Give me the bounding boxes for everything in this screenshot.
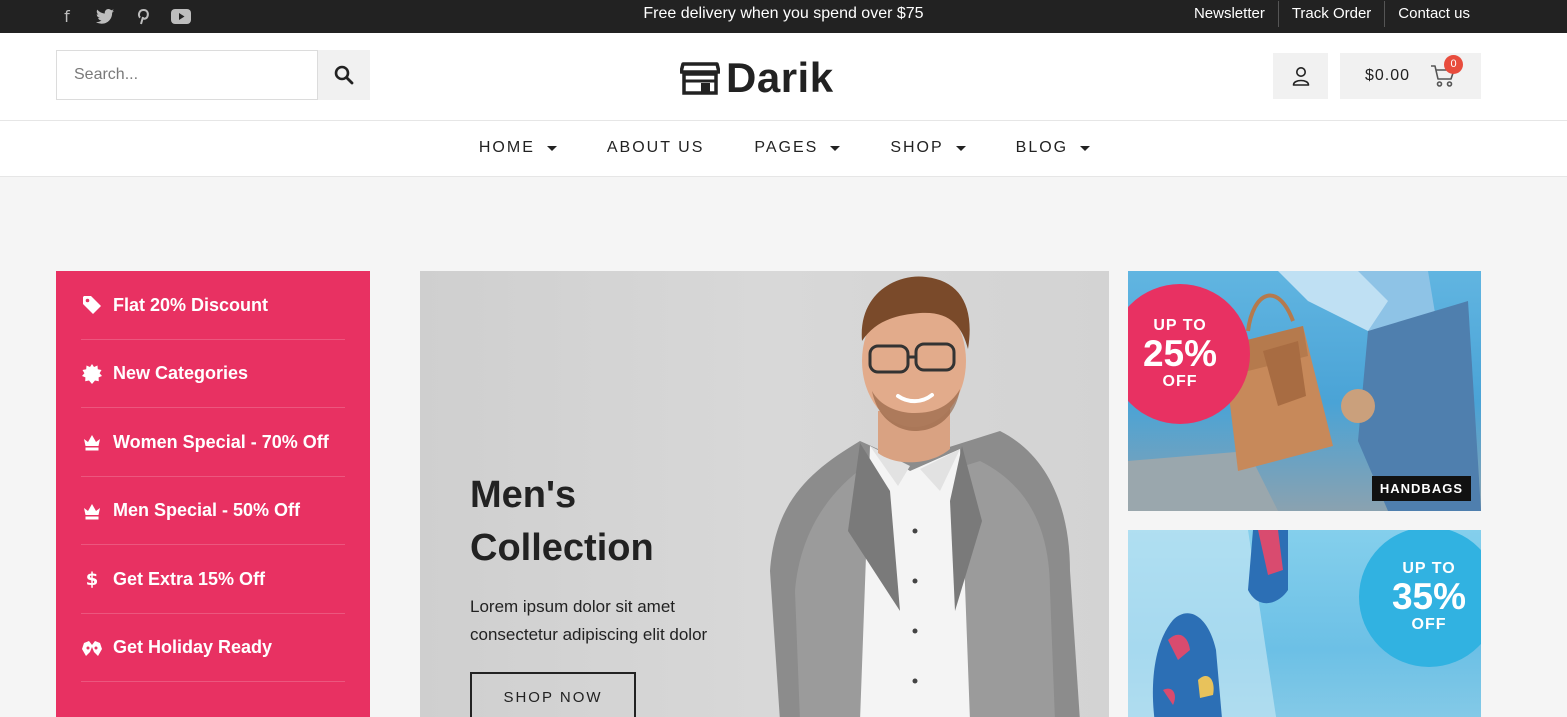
track-order-link[interactable]: Track Order [1277,0,1384,27]
facebook-icon[interactable]: f [56,6,78,28]
discount-off: OFF [1162,373,1198,390]
caret-down-icon [955,145,966,151]
crown-icon [81,500,103,522]
hero-banner: Men's Collection Lorem ipsum dolor sit a… [420,271,1109,717]
hero-description: Lorem ipsum dolor sit amet consectetur a… [470,593,750,649]
search-button[interactable] [318,50,370,100]
youtube-icon[interactable] [170,6,192,28]
hero-title-line2: Collection [470,527,654,569]
hero-desc-line1: Lorem ipsum dolor sit amet [470,597,676,616]
top-bar: f Free delivery when you spend over $75 … [0,0,1567,33]
logo-text: Darik [726,54,834,101]
pinterest-icon[interactable] [132,6,154,28]
nav-label: HOME [478,139,535,156]
newsletter-link[interactable]: Newsletter [1181,1,1278,27]
cart-button[interactable]: $0.00 0 [1340,53,1481,99]
nav-item-about-us[interactable]: ABOUT US [607,139,705,157]
cart-total: $0.00 [1365,67,1411,84]
dollar-icon: $ [85,568,99,590]
shoes-banner[interactable]: UP TO 35% OFF [1128,530,1481,717]
caret-down-icon [830,145,841,151]
nav-label: ABOUT US [606,139,705,156]
contact-us-link[interactable]: Contact us [1384,0,1483,27]
gift-icon [81,637,103,659]
user-icon [1292,67,1309,86]
sidebar-item-label: Get Extra 15% Off [113,568,266,589]
badge-icon [81,363,103,385]
hero-title-line1: Men's [470,474,577,516]
sidebar-item-label: Get Holiday Ready [113,637,273,658]
sidebar-item-label: Women Special - 70% Off [113,431,329,452]
site-header: Darik $0.00 0 [0,33,1567,121]
site-logo[interactable]: Darik [680,53,834,103]
nav-item-home[interactable]: HOME [479,139,557,157]
hero-title: Men's Collection [470,469,730,575]
search-form [56,50,370,100]
discount-off: OFF [1411,616,1447,633]
sidebar-item-women-special[interactable]: Women Special - 70% Off [81,408,345,477]
caret-down-icon [546,145,557,151]
discount-percent: 35% [1391,576,1467,617]
search-input[interactable] [56,50,318,100]
nav-label: SHOP [890,139,944,156]
nav-label: BLOG [1015,139,1069,156]
sidebar-item-label: Flat 20% Discount [113,294,269,315]
caret-down-icon [1080,145,1091,151]
sidebar-item-extra-discount[interactable]: $ Get Extra 15% Off [81,545,345,614]
nav-item-blog[interactable]: BLOG [1015,139,1091,157]
search-icon [334,65,354,85]
sidebar-item-men-special[interactable]: Men Special - 50% Off [81,477,345,545]
nav-item-shop[interactable]: SHOP [890,139,966,157]
handbags-banner[interactable]: UP TO 25% OFF HANDBAGS [1128,271,1481,511]
sidebar-item-label: New Categories [113,363,249,384]
sidebar-item-label: Men Special - 50% Off [113,500,301,521]
twitter-icon[interactable] [94,6,116,28]
social-links: f [56,0,192,33]
hero-desc-line2: consectetur adipiscing elit dolor [470,625,708,644]
crown-icon [81,431,103,453]
top-links: Newsletter Track Order Contact us [1181,0,1483,33]
main-nav: HOME ABOUT US PAGES SHOP BLOG [0,121,1567,177]
sidebar-item-new-categories[interactable]: New Categories [81,340,345,408]
shop-now-button[interactable]: SHOP NOW [470,672,636,717]
sidebar-item-holiday[interactable]: Get Holiday Ready [81,614,345,682]
hero-model-image [770,276,1080,717]
account-button[interactable] [1273,53,1328,99]
cart-count-badge: 0 [1444,55,1463,74]
nav-item-pages[interactable]: PAGES [754,139,841,157]
category-tag: HANDBAGS [1371,476,1471,501]
tag-icon [81,294,103,316]
discount-percent: 25% [1142,333,1218,374]
store-icon [680,62,720,95]
sidebar-item-flat-discount[interactable]: Flat 20% Discount [81,271,345,340]
promo-sidebar: Flat 20% Discount New Categories Women S… [56,271,370,717]
nav-label: PAGES [754,139,819,156]
